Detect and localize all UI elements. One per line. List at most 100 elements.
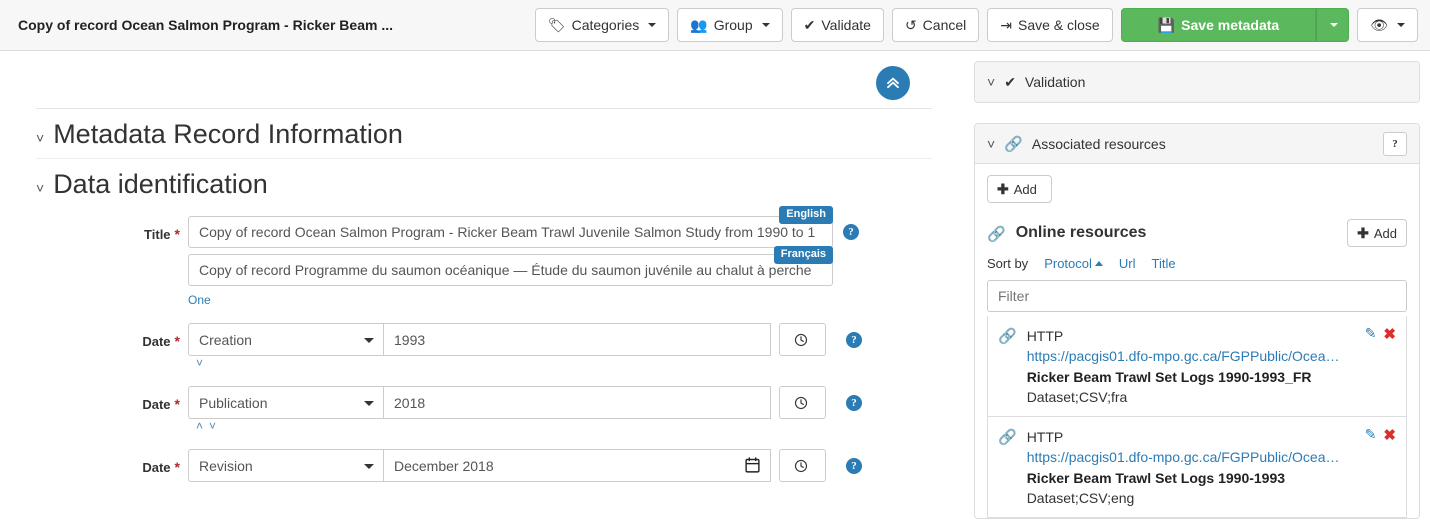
- chevron-down-icon: [1330, 23, 1339, 27]
- add-associated-resource-button[interactable]: ✚ Add: [987, 175, 1052, 203]
- associated-resources-title: Associated resources: [1031, 135, 1166, 152]
- date-row: Creation 1993 ?: [188, 323, 932, 357]
- date-label: Date: [142, 460, 171, 476]
- associated-resources-panel: ˅ 🔗 Associated resources ? ✚ Add 🔗 Onlin…: [974, 123, 1420, 520]
- double-chevron-up-icon: [887, 77, 899, 89]
- validation-panel-header[interactable]: ˅ ✔ Validation: [975, 62, 1419, 102]
- date-time-options-button-creation[interactable]: [779, 323, 826, 357]
- date-reorder-controls-creation: ˅: [196, 357, 932, 371]
- tag-icon: 🏷: [547, 17, 566, 33]
- title-label-wrap: Title *: [36, 216, 188, 242]
- move-down-icon[interactable]: ˅: [196, 357, 203, 371]
- scroll-to-top-button[interactable]: [876, 66, 910, 100]
- sort-option-protocol[interactable]: Protocol: [1044, 256, 1103, 271]
- cancel-button[interactable]: ↺ Cancel: [891, 8, 980, 42]
- title-french-input[interactable]: [188, 254, 833, 287]
- date-type-select-publication[interactable]: Publication: [188, 386, 383, 420]
- sort-option-url[interactable]: Url: [1119, 256, 1136, 271]
- delete-icon[interactable]: ✖: [1383, 325, 1396, 343]
- date-value-input-publication[interactable]: 2018: [383, 386, 771, 420]
- add-label: Add: [1373, 225, 1397, 241]
- resource-protocol: HTTP: [1026, 328, 1064, 344]
- date-publication-control: Publication 2018 ? ˄ ˅: [188, 386, 932, 434]
- help-icon[interactable]: ?: [1383, 131, 1407, 156]
- resource-meta: Dataset;CSV;eng: [1026, 490, 1135, 507]
- date-label-wrap: Date *: [36, 323, 188, 349]
- undo-icon: ↺: [904, 17, 917, 33]
- chevron-down-icon: [364, 463, 374, 469]
- date-type-value: Creation: [199, 331, 252, 348]
- help-icon[interactable]: ?: [846, 457, 862, 474]
- section-metadata-record-information[interactable]: ˅ Metadata Record Information: [36, 117, 932, 152]
- date-type-value: Publication: [199, 394, 268, 411]
- section-title-text: Data identification: [53, 169, 268, 200]
- form-row-title: Title* English Français ? One: [36, 206, 932, 307]
- date-row: Publication 2018 ?: [188, 386, 932, 420]
- online-resources-filter-input[interactable]: [987, 280, 1407, 312]
- chevron-down-icon: ˅: [987, 74, 996, 90]
- validate-button[interactable]: ✔ Validate: [790, 8, 884, 42]
- title-cardinality-link[interactable]: One: [188, 293, 211, 307]
- required-marker: *: [174, 226, 180, 243]
- validate-label: Validate: [821, 17, 871, 33]
- group-button[interactable]: 👥 Group: [677, 8, 783, 42]
- view-mode-button[interactable]: 👁: [1357, 8, 1418, 42]
- save-and-close-label: Save & close: [1018, 17, 1100, 33]
- floppy-disk-icon: 💾: [1157, 17, 1176, 33]
- add-online-resource-button[interactable]: ✚ Add: [1347, 219, 1407, 247]
- title-french-wrap: Français: [188, 246, 833, 287]
- resource-actions: ✎ ✖: [1365, 426, 1396, 444]
- date-time-options-button-publication[interactable]: [779, 386, 826, 420]
- date-type-select-revision[interactable]: Revision: [188, 449, 383, 483]
- group-label: Group: [713, 17, 753, 33]
- title-english-input[interactable]: [188, 216, 833, 249]
- date-type-select-creation[interactable]: Creation: [188, 323, 383, 357]
- check-icon: ✔: [1004, 74, 1016, 90]
- date-value-input-creation[interactable]: 1993: [383, 323, 771, 357]
- resource-url[interactable]: https://pacgis01.dfo-mpo.gc.ca/FGPPublic…: [1027, 346, 1367, 366]
- online-resource-body: HTTP https://pacgis01.dfo-mpo.gc.ca/FGPP…: [1027, 326, 1396, 407]
- delete-icon[interactable]: ✖: [1383, 426, 1396, 444]
- date-value-text: 1993: [394, 331, 426, 348]
- sort-option-title[interactable]: Title: [1152, 256, 1176, 271]
- chevron-down-icon: [761, 23, 770, 27]
- online-resource-item[interactable]: 🔗 HTTP https://pacgis01.dfo-mpo.gc.ca/FG…: [988, 316, 1406, 418]
- help-icon[interactable]: ?: [846, 331, 862, 348]
- help-icon[interactable]: ?: [846, 394, 862, 411]
- categories-button[interactable]: 🏷 Categories: [534, 8, 670, 42]
- users-icon: 👥: [690, 17, 708, 33]
- edit-icon[interactable]: ✎: [1365, 325, 1377, 343]
- section-data-identification[interactable]: ˅ Data identification: [36, 167, 932, 202]
- calendar-picker-icon[interactable]: [745, 457, 760, 477]
- online-resource-item[interactable]: 🔗 HTTP https://pacgis01.dfo-mpo.gc.ca/FG…: [988, 417, 1406, 517]
- top-divider: [36, 108, 932, 109]
- plus-icon: ✚: [997, 181, 1009, 197]
- save-metadata-dropdown-toggle[interactable]: [1316, 8, 1350, 42]
- date-time-options-button-revision[interactable]: [779, 449, 826, 483]
- link-icon: 🔗: [987, 225, 1006, 243]
- save-metadata-button[interactable]: 💾 Save metadata: [1120, 8, 1317, 42]
- date-label: Date: [142, 334, 171, 350]
- associated-resources-header[interactable]: ˅ 🔗 Associated resources ?: [975, 124, 1419, 164]
- edit-icon[interactable]: ✎: [1365, 426, 1377, 444]
- chevron-down-icon: [364, 400, 374, 406]
- resource-meta: Dataset;CSV;fra: [1026, 388, 1128, 405]
- clock-icon: [794, 396, 807, 409]
- help-icon[interactable]: ?: [843, 224, 859, 241]
- link-icon: 🔗: [998, 328, 1017, 345]
- title-control: English Français ? One: [188, 206, 932, 307]
- save-metadata-label: Save metadata: [1181, 17, 1280, 33]
- save-and-close-button[interactable]: ⇥ Save & close: [987, 8, 1113, 42]
- date-label-wrap: Date *: [36, 449, 188, 475]
- resource-actions: ✎ ✖: [1365, 325, 1396, 343]
- move-down-icon[interactable]: ˅: [209, 420, 216, 434]
- sign-out-icon: ⇥: [1000, 17, 1012, 33]
- required-marker: *: [174, 459, 180, 476]
- move-up-icon[interactable]: ˄: [196, 420, 203, 434]
- resource-url[interactable]: https://pacgis01.dfo-mpo.gc.ca/FGPPublic…: [1027, 447, 1367, 467]
- associated-resources-body: ✚ Add 🔗 Online resources ✚ Add Sort by P…: [975, 164, 1419, 519]
- right-sidebar: ˅ ✔ Validation ˅ 🔗 Associated resources …: [968, 51, 1430, 527]
- date-value-input-revision[interactable]: December 2018: [383, 449, 771, 483]
- form-row-date-publication: Date * Publication 2018 ? ˄ ˅: [36, 386, 932, 434]
- title-label: Title: [144, 227, 171, 243]
